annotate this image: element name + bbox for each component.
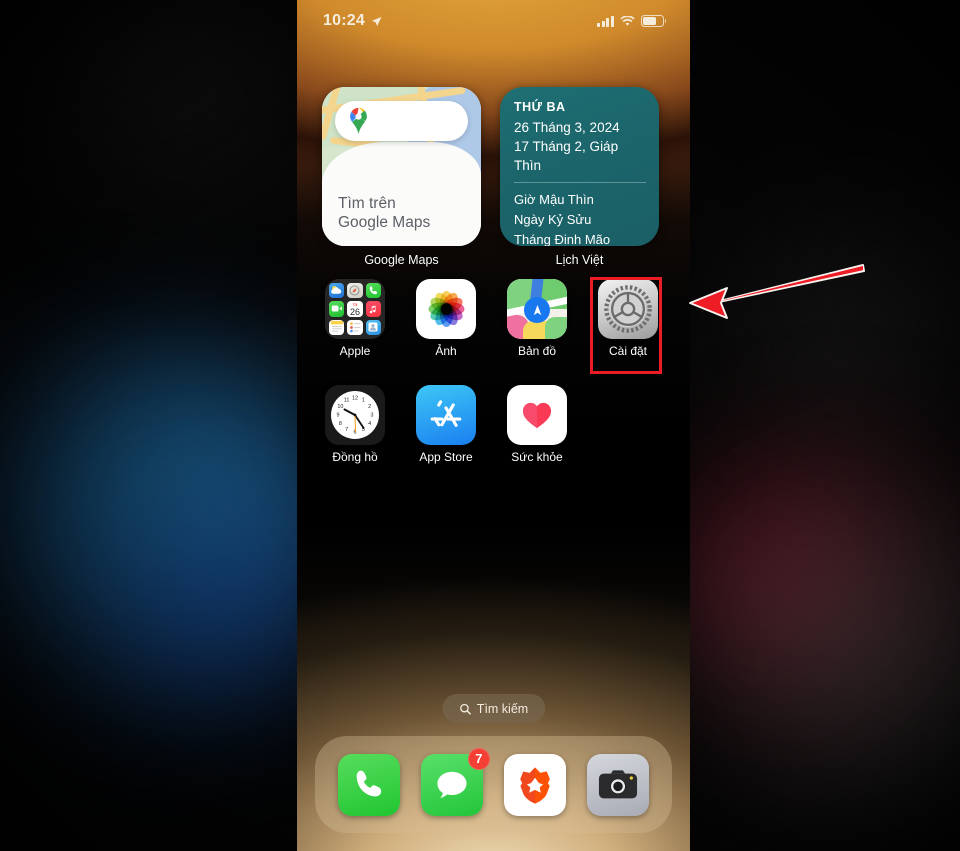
- app-label: Ảnh: [435, 344, 457, 358]
- phone-handset-icon: [356, 770, 381, 796]
- message-bubble-icon: [437, 771, 467, 798]
- reminders-icon: [347, 319, 363, 335]
- signal-bars-icon: [597, 15, 614, 27]
- maps-widget-caption: Tìm trên Google Maps: [338, 194, 430, 232]
- contacts-icon: [365, 319, 381, 335]
- status-bar-left: 10:24: [323, 12, 382, 30]
- app-suc-khoe[interactable]: Sức khỏe: [504, 385, 570, 464]
- home-search-label: Tìm kiếm: [476, 701, 529, 716]
- notes-icon: [329, 319, 345, 335]
- calendar-solar-date: 26 Tháng 3, 2024: [514, 120, 620, 135]
- calendar-day-of-week: THỨ BA: [514, 100, 566, 114]
- svg-text:9: 9: [337, 412, 340, 418]
- app-row-2: 12 1 2 345 678 9 10 11 Đồng hồ App Store…: [322, 385, 665, 464]
- svg-text:8: 8: [339, 421, 342, 427]
- svg-text:1: 1: [362, 398, 365, 404]
- calendar-day: Ngày Kỷ Sửu: [514, 212, 592, 227]
- home-search-pill[interactable]: Tìm kiếm: [441, 694, 546, 723]
- maps-compass-badge: [524, 297, 550, 324]
- svg-text:2: 2: [368, 404, 371, 410]
- search-icon: [459, 703, 471, 715]
- app-anh[interactable]: Ảnh: [413, 279, 479, 358]
- folder-icon[interactable]: T3 26: [325, 279, 385, 339]
- calendar-hour: Giờ Mậu Thìn: [514, 192, 594, 207]
- status-bar-right: [597, 15, 667, 27]
- app-label: Cài đặt: [608, 344, 648, 358]
- app-grid: T3 26 Apple Ảnh Bản đồ Cài đặt 12 1 2 3 …: [322, 279, 665, 491]
- google-maps-pin-icon: [350, 107, 367, 135]
- calendar-divider: [514, 182, 646, 183]
- calendar-icon: T3 26: [347, 301, 363, 317]
- app-app-store[interactable]: App Store: [413, 385, 479, 464]
- compass-icon: [347, 283, 363, 299]
- app-row-1: T3 26 Apple Ảnh Bản đồ Cài đặt: [322, 279, 665, 358]
- app-ban-do[interactable]: Bản đồ: [504, 279, 570, 358]
- app-dong-ho[interactable]: 12 1 2 345 678 9 10 11 Đồng hồ: [322, 385, 388, 464]
- phone-screen: 10:24 Tìm trên Google Maps Google Maps T…: [297, 0, 690, 851]
- dock-camera[interactable]: [587, 753, 650, 816]
- weather-icon: [329, 283, 345, 299]
- app-label: Sức khỏe: [511, 450, 563, 464]
- settings-gear-icon[interactable]: [598, 279, 658, 339]
- dock-brave[interactable]: [504, 753, 567, 816]
- app-label: Bản đồ: [517, 344, 557, 358]
- maps-widget-search-field[interactable]: [335, 101, 468, 141]
- photos-icon[interactable]: [416, 279, 476, 339]
- app-label: Đồng hồ: [332, 450, 378, 464]
- brave-lion-icon: [520, 766, 550, 804]
- lich-viet-widget[interactable]: THỨ BA 26 Tháng 3, 2024 17 Tháng 2, Giáp…: [500, 87, 659, 267]
- status-bar: 10:24: [297, 0, 690, 42]
- svg-text:10: 10: [337, 404, 343, 410]
- maps-widget-caption-line2: Google Maps: [338, 214, 431, 231]
- app-label: Apple: [339, 344, 371, 358]
- svg-text:3: 3: [371, 412, 374, 418]
- dock-messages[interactable]: 7: [420, 747, 490, 816]
- clock-face: 12 1 2 345 678 9 10 11: [331, 391, 379, 439]
- app-apple-folder[interactable]: T3 26 Apple: [322, 279, 388, 358]
- dock-phone[interactable]: [337, 753, 400, 816]
- svg-text:12: 12: [352, 396, 358, 402]
- google-maps-widget[interactable]: Tìm trên Google Maps Google Maps: [322, 87, 481, 267]
- phone-icon: [365, 283, 381, 299]
- status-bar-time: 10:24: [323, 12, 365, 29]
- app-label: App Store: [419, 450, 473, 464]
- dock: 7: [315, 736, 672, 833]
- calendar-month: Tháng Đinh Mão: [514, 232, 611, 246]
- location-arrow-icon: [371, 16, 382, 26]
- calendar-lunar-date: 17 Tháng 2, Giáp Thìn: [514, 139, 619, 173]
- widget-row: Tìm trên Google Maps Google Maps THỨ BA …: [322, 87, 659, 267]
- battery-icon: [641, 15, 667, 27]
- google-maps-widget-label: Google Maps: [364, 253, 439, 267]
- facetime-icon: [329, 301, 345, 317]
- app-store-icon[interactable]: [416, 385, 476, 445]
- screenshot-root: 10:24 Tìm trên Google Maps Google Maps T…: [0, 0, 960, 851]
- lich-viet-widget-card[interactable]: THỨ BA 26 Tháng 3, 2024 17 Tháng 2, Giáp…: [500, 87, 659, 246]
- maps-icon[interactable]: [507, 279, 567, 339]
- messages-badge: 7: [467, 747, 490, 770]
- camera-icon: [599, 769, 638, 798]
- google-maps-widget-card[interactable]: Tìm trên Google Maps: [322, 87, 481, 246]
- lich-viet-widget-label: Lịch Việt: [555, 253, 604, 267]
- health-heart-icon[interactable]: [507, 385, 567, 445]
- music-icon: [365, 301, 381, 317]
- svg-text:11: 11: [344, 398, 350, 404]
- svg-text:4: 4: [368, 421, 371, 427]
- wifi-icon: [620, 15, 635, 26]
- app-cai-dat[interactable]: Cài đặt: [595, 279, 661, 358]
- maps-widget-caption-line1: Tìm trên: [338, 195, 396, 212]
- clock-icon[interactable]: 12 1 2 345 678 9 10 11: [325, 385, 385, 445]
- svg-text:7: 7: [345, 427, 348, 433]
- calendar-icon-day: 26: [349, 307, 360, 317]
